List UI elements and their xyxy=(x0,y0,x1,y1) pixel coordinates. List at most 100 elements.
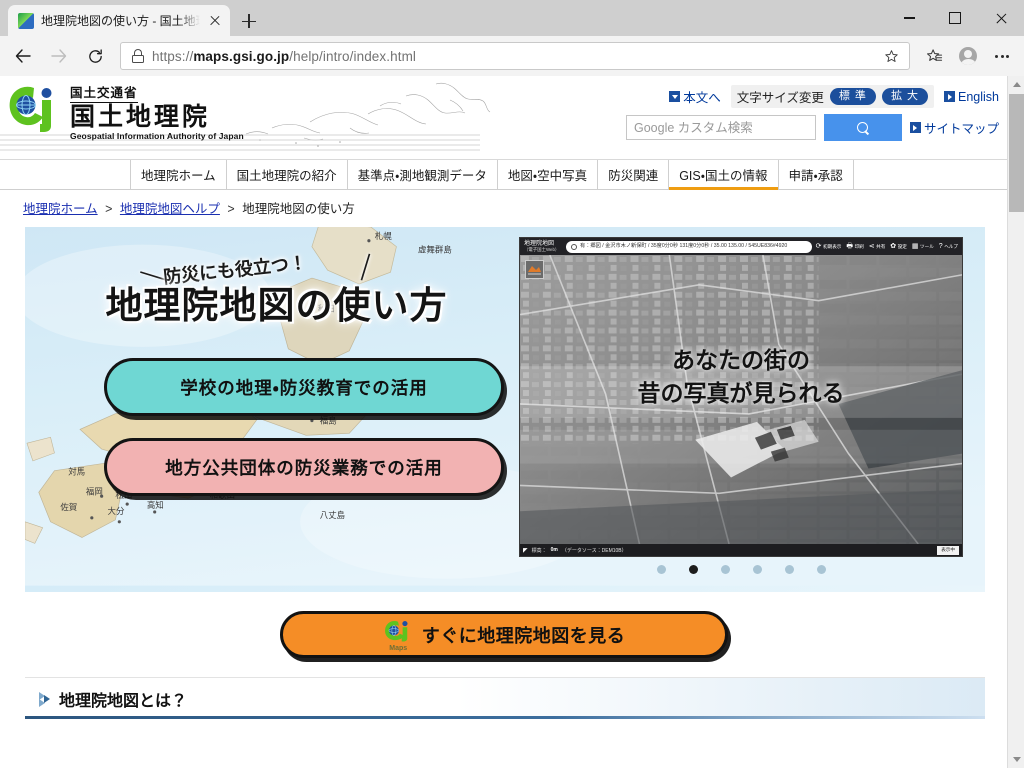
lock-icon xyxy=(131,49,144,63)
collections-icon[interactable] xyxy=(918,41,950,71)
browser-titlebar: 地理院地図の使い方 - 国土地理院 xyxy=(0,0,1024,36)
map-tool-help[interactable]: ?ヘルプ xyxy=(939,243,958,250)
chevron-right-icon xyxy=(910,122,921,133)
utility-links: 本文へ 文字サイズ変更 標 準 拡 大 English xyxy=(669,85,999,108)
cta-section: Maps すぐに地理院地図を見る xyxy=(0,611,1007,658)
map-tool-settings[interactable]: ✿設定 xyxy=(890,243,907,250)
elevation-icon: ◤ xyxy=(523,547,528,554)
tools-icon: ▦ xyxy=(912,243,919,250)
reload-button[interactable] xyxy=(78,41,112,71)
browser-toolbar: https://maps.gsi.go.jp/help/intro/index.… xyxy=(0,36,1024,76)
chevron-right-icon xyxy=(944,91,955,102)
layer-thumbnail-icon[interactable] xyxy=(525,260,544,279)
gear-icon: ✿ xyxy=(890,243,896,250)
skip-to-content-label: 本文へ xyxy=(683,87,721,106)
page-scrollbar[interactable] xyxy=(1007,76,1024,768)
back-button[interactable] xyxy=(6,41,40,71)
close-tab-icon[interactable] xyxy=(207,13,223,29)
minimize-button[interactable] xyxy=(886,0,932,36)
map-app-subtitle: （電子国土Web） xyxy=(524,247,562,253)
search-button[interactable] xyxy=(824,114,902,141)
browser-window: 地理院地図の使い方 - 国土地理院 https://maps.gsi.go.jp… xyxy=(0,0,1024,768)
maps-caption: Maps xyxy=(382,645,415,652)
site-logo[interactable]: 国土交通省 国土地理院 Geospatial Information Autho… xyxy=(6,82,244,141)
nav-item-about[interactable]: 国土地理院の紹介 xyxy=(226,160,347,189)
gsi-maps-logo: Maps xyxy=(382,619,415,650)
site-header: 国土交通省 国土地理院 Geospatial Information Autho… xyxy=(0,76,1007,160)
skip-to-content-link[interactable]: 本文へ xyxy=(669,87,721,106)
map-search-query: 有：郷図 / 金沢市木ノ新保町 / 35度0分0秒 131度0分0秒 / 35.… xyxy=(580,243,787,250)
toolbar-icon-group xyxy=(918,41,1018,71)
elevation-label: 標高： xyxy=(532,547,547,554)
url-text: https://maps.gsi.go.jp/help/intro/index.… xyxy=(152,49,871,64)
map-tool-tools[interactable]: ▦ツール xyxy=(912,243,934,250)
gsi-logo-mark xyxy=(6,82,64,132)
english-link[interactable]: English xyxy=(944,90,999,104)
maximize-button[interactable] xyxy=(932,0,978,36)
overlay-line-2: 昔の写真が見られる xyxy=(520,377,962,410)
carousel-dot-2[interactable] xyxy=(689,565,698,574)
carousel-dot-6[interactable] xyxy=(817,565,826,574)
map-tool-share[interactable]: ⋖共有 xyxy=(869,243,886,250)
section-what-is-gsi-maps: 地理院地図とは？ xyxy=(25,677,985,719)
help-icon: ? xyxy=(939,243,943,250)
map-status-bar: ◤ 標高： 0m （データソース：DEM10B） 表示中 xyxy=(520,544,962,556)
sitemap-label: サイトマップ xyxy=(924,118,999,137)
site-search: サイトマップ xyxy=(626,114,999,141)
hero-button-school[interactable]: 学校の地理・防災教育での活用 xyxy=(104,358,504,416)
new-tab-button[interactable] xyxy=(234,6,264,36)
reset-icon: ⟳ xyxy=(816,243,822,250)
close-window-button[interactable] xyxy=(978,0,1024,36)
scroll-down-button[interactable] xyxy=(1008,751,1024,768)
browser-tab[interactable]: 地理院地図の使い方 - 国土地理院 xyxy=(8,5,230,36)
sitemap-link[interactable]: サイトマップ xyxy=(910,118,999,137)
carousel-dot-5[interactable] xyxy=(785,565,794,574)
elevation-source: （データソース：DEM10B） xyxy=(562,547,627,554)
nav-item-geodetic[interactable]: 基準点・測地観測データ xyxy=(347,160,497,189)
text-size-large-button[interactable]: 拡 大 xyxy=(882,88,928,105)
elevation-value: 0m xyxy=(551,547,558,553)
carousel-dot-1[interactable] xyxy=(657,565,666,574)
print-icon: 🖶 xyxy=(846,243,853,250)
breadcrumb-item-help[interactable]: 地理院地図ヘルプ xyxy=(120,202,220,216)
hero-left-panel: ／ 防災にも役立つ！ ＼ 地理院地図の使い方 学校の地理・防災教育での活用 地方… xyxy=(25,227,528,592)
scroll-up-button[interactable] xyxy=(1008,76,1024,93)
ministry-name: 国土交通省 xyxy=(70,86,138,103)
organization-name: 国土地理院 xyxy=(70,103,244,131)
hero-screenshot-map[interactable]: 地理院地図 （電子国土Web） 有：郷図 / 金沢市木ノ新保町 / 35度0分0… xyxy=(519,237,963,557)
gsi-favicon xyxy=(18,13,34,29)
search-input[interactable] xyxy=(626,115,816,140)
nav-item-disaster[interactable]: 防災関連 xyxy=(597,160,668,189)
global-navigation: 地理院ホーム 国土地理院の紹介 基準点・測地観測データ 地図・空中写真 防災関連… xyxy=(0,160,1007,190)
page-viewport: 国土交通省 国土地理院 Geospatial Information Autho… xyxy=(0,76,1024,768)
hero-button-local-government[interactable]: 地方公共団体の防災業務での活用 xyxy=(104,438,504,496)
settings-more-icon[interactable] xyxy=(986,41,1018,71)
nav-item-home[interactable]: 地理院ホーム xyxy=(130,160,226,189)
breadcrumb-item-current: 地理院地図の使い方 xyxy=(242,202,355,216)
tab-strip: 地理院地図の使い方 - 国土地理院 xyxy=(0,0,264,36)
map-tool-reset[interactable]: ⟳初期表示 xyxy=(816,243,842,250)
map-search-box[interactable]: 有：郷図 / 金沢市木ノ新保町 / 35度0分0秒 131度0分0秒 / 35.… xyxy=(566,241,812,253)
carousel-dot-3[interactable] xyxy=(721,565,730,574)
favorite-star-icon[interactable] xyxy=(879,44,903,68)
chevron-group-icon xyxy=(39,692,52,707)
address-bar[interactable]: https://maps.gsi.go.jp/help/intro/index.… xyxy=(120,42,910,70)
profile-avatar[interactable] xyxy=(952,41,984,71)
forward-button[interactable] xyxy=(42,41,76,71)
search-icon xyxy=(571,244,577,250)
nav-item-application[interactable]: 申請・承認 xyxy=(778,160,854,189)
map-app-toolbar: 地理院地図 （電子国土Web） 有：郷図 / 金沢市木ノ新保町 / 35度0分0… xyxy=(520,238,962,255)
english-label: English xyxy=(958,90,999,104)
nav-item-gis[interactable]: GIS・国土の情報 xyxy=(668,160,777,189)
carousel-dot-4[interactable] xyxy=(753,565,762,574)
nav-item-maps-aerial[interactable]: 地図・空中写真 xyxy=(497,160,597,189)
text-size-normal-button[interactable]: 標 準 xyxy=(830,88,876,105)
breadcrumb-separator: > xyxy=(105,202,112,216)
map-app-name: 地理院地図 xyxy=(524,241,554,247)
map-tool-print[interactable]: 🖶印刷 xyxy=(846,243,863,250)
breadcrumb-item-home[interactable]: 地理院ホーム xyxy=(23,202,98,216)
organization-name-en: Geospatial Information Authority of Japa… xyxy=(70,131,244,141)
view-map-button[interactable]: Maps すぐに地理院地図を見る xyxy=(280,611,728,658)
display-toggle-button[interactable]: 表示中 xyxy=(937,546,959,555)
scrollbar-thumb[interactable] xyxy=(1009,94,1024,212)
